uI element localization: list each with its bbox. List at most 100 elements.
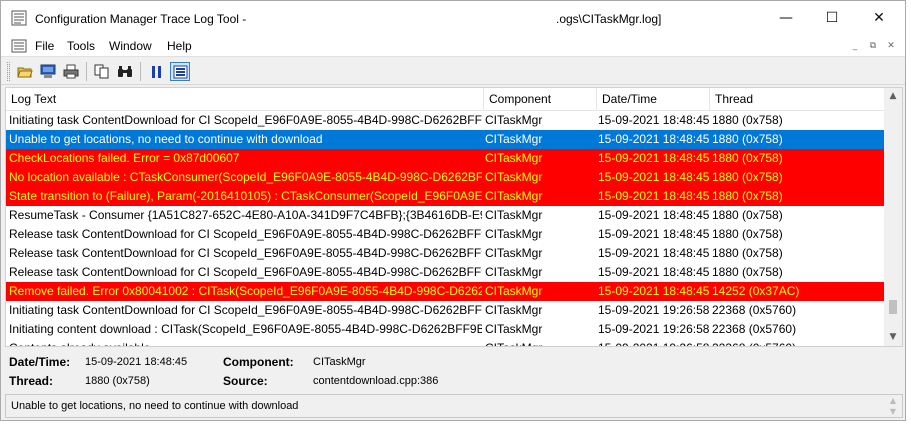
log-row-datetime: 15-09-2021 19:26:58 [598, 322, 710, 336]
log-row-datetime: 15-09-2021 18:48:45 [598, 284, 710, 298]
log-row-datetime: 15-09-2021 18:48:45 [598, 246, 710, 260]
log-row-thread: 1880 (0x758) [712, 132, 783, 146]
vertical-scrollbar[interactable]: ▲ ▼ [884, 88, 902, 346]
log-row[interactable]: CheckLocations failed. Error = 0x87d0060… [6, 149, 884, 168]
menu-tools[interactable]: Tools [67, 39, 95, 53]
log-row-text: Remove failed. Error 0x80041002 : CITask… [9, 284, 482, 298]
log-list[interactable]: Log Text Component Date/Time Thread Init… [5, 87, 903, 347]
menu-file[interactable]: File [35, 39, 54, 53]
log-row-text: State transition to (Failure), Param(-20… [9, 189, 482, 203]
minimize-button[interactable]: — [763, 1, 809, 35]
datetime-value: 15-09-2021 18:48:45 [85, 356, 188, 368]
log-row[interactable]: Remove failed. Error 0x80041002 : CITask… [6, 282, 884, 301]
log-row-component: CITaskMgr [485, 303, 543, 317]
highlight-button[interactable] [170, 62, 190, 81]
window-title: Configuration Manager Trace Log Tool - [35, 12, 247, 26]
log-row-text: Initiating task ContentDownload for CI S… [9, 113, 482, 127]
message-box[interactable]: Unable to get locations, no need to cont… [5, 394, 903, 418]
log-row-component: CITaskMgr [485, 113, 543, 127]
message-scroll-down-icon[interactable]: ▼ [884, 406, 902, 417]
column-header-component[interactable]: Component [484, 88, 597, 111]
open-button[interactable] [15, 62, 35, 81]
log-row-thread: 14252 (0x37AC) [712, 284, 800, 298]
thread-value: 1880 (0x758) [85, 375, 150, 387]
log-row[interactable]: Initiating task ContentDownload for CI S… [6, 111, 884, 130]
log-row-text: Initiating content download : CITask(Sco… [9, 322, 482, 336]
column-header-datetime[interactable]: Date/Time [597, 88, 710, 111]
log-row-text: CheckLocations failed. Error = 0x87d0060… [9, 151, 240, 165]
log-row[interactable]: Contents already availableCITaskMgr15-09… [6, 339, 884, 346]
log-row-thread: 22368 (0x5760) [712, 339, 882, 346]
source-value: contentdownload.cpp:386 [313, 375, 439, 387]
column-header-log-text[interactable]: Log Text [6, 88, 484, 111]
scroll-thumb[interactable] [889, 300, 897, 314]
message-text: Unable to get locations, no need to cont… [11, 400, 299, 412]
log-row-text: Contents already available [9, 339, 482, 346]
window-title-file: .ogs\CITaskMgr.log] [556, 12, 662, 26]
log-row[interactable]: State transition to (Failure), Param(-20… [6, 187, 884, 206]
menu-help[interactable]: Help [167, 39, 192, 53]
minimize-icon: — [779, 10, 793, 26]
component-label: Component: [223, 355, 294, 369]
log-row-component: CITaskMgr [485, 170, 543, 184]
log-rows: Initiating task ContentDownload for CI S… [6, 111, 884, 346]
close-icon: ✕ [873, 10, 885, 26]
title-bar[interactable]: Configuration Manager Trace Log Tool - .… [1, 1, 905, 35]
pause-icon [152, 65, 161, 78]
print-icon [63, 64, 79, 79]
log-row-datetime: 15-09-2021 18:48:45 [598, 208, 710, 222]
mdi-minimize-button[interactable]: _ [847, 40, 863, 53]
open-folder-icon [17, 67, 33, 77]
log-row-text: Initiating task ContentDownload for CI S… [9, 303, 482, 317]
log-row[interactable]: Unable to get locations, no need to cont… [6, 130, 884, 149]
message-scroll-up-icon[interactable]: ▲ [884, 395, 902, 406]
maximize-icon: ☐ [825, 10, 839, 26]
log-row-component: CITaskMgr [485, 189, 543, 203]
datetime-label: Date/Time: [9, 355, 71, 369]
log-row-component: CITaskMgr [485, 208, 543, 222]
log-row-thread: 1880 (0x758) [712, 189, 783, 203]
log-row-text: Unable to get locations, no need to cont… [9, 132, 323, 146]
scroll-up-icon[interactable]: ▲ [884, 88, 902, 105]
log-row[interactable]: Initiating content download : CITask(Sco… [6, 320, 884, 339]
log-row-thread: 22368 (0x5760) [712, 303, 797, 317]
mdi-restore-button[interactable]: ⧉ [865, 40, 881, 53]
log-row-component: CITaskMgr [485, 227, 543, 241]
app-icon [11, 10, 27, 26]
mdi-close-button[interactable]: ✕ [883, 40, 899, 53]
log-row[interactable]: ResumeTask - Consumer {1A51C827-652C-4E8… [6, 206, 884, 225]
list-header: Log Text Component Date/Time Thread [6, 88, 884, 111]
log-row[interactable]: Release task ContentDownload for CI Scop… [6, 263, 884, 282]
log-row-datetime: 15-09-2021 18:48:45 [598, 189, 710, 203]
log-row[interactable]: No location available : CTaskConsumer(Sc… [6, 168, 884, 187]
menu-window[interactable]: Window [109, 39, 152, 53]
toolbar-grip[interactable] [7, 62, 10, 81]
log-row-datetime: 15-09-2021 19:26:58 [598, 339, 710, 346]
log-row[interactable]: Initiating task ContentDownload for CI S… [6, 301, 884, 320]
log-row-text: ResumeTask - Consumer {1A51C827-652C-4E8… [9, 208, 482, 222]
close-button[interactable]: ✕ [856, 1, 902, 35]
copy-icon [94, 64, 109, 79]
log-row-text: Release task ContentDownload for CI Scop… [9, 265, 482, 279]
find-button[interactable] [115, 62, 135, 81]
copy-button[interactable] [92, 62, 112, 81]
menu-bar: File Tools Window Help _ ⧉ ✕ [1, 35, 905, 57]
scroll-down-icon[interactable]: ▼ [884, 329, 902, 346]
log-row-thread: 1880 (0x758) [712, 113, 783, 127]
find-icon [118, 66, 132, 77]
log-row[interactable]: Release task ContentDownload for CI Scop… [6, 225, 884, 244]
print-button[interactable] [61, 62, 81, 81]
message-scrollbar[interactable]: ▲ ▼ [884, 395, 902, 417]
toolbar-separator [140, 62, 141, 81]
log-row-thread: 1880 (0x758) [712, 170, 783, 184]
document-icon[interactable] [11, 39, 27, 53]
log-row[interactable]: Release task ContentDownload for CI Scop… [6, 244, 884, 263]
pause-button[interactable] [147, 62, 167, 81]
open-server-icon [40, 64, 56, 78]
highlight-icon [173, 65, 187, 78]
log-row-datetime: 15-09-2021 18:48:45 [598, 132, 710, 146]
column-header-thread[interactable]: Thread [710, 88, 884, 111]
open-server-button[interactable] [38, 62, 58, 81]
maximize-button[interactable]: ☐ [809, 1, 855, 35]
log-row-datetime: 15-09-2021 18:48:45 [598, 170, 710, 184]
